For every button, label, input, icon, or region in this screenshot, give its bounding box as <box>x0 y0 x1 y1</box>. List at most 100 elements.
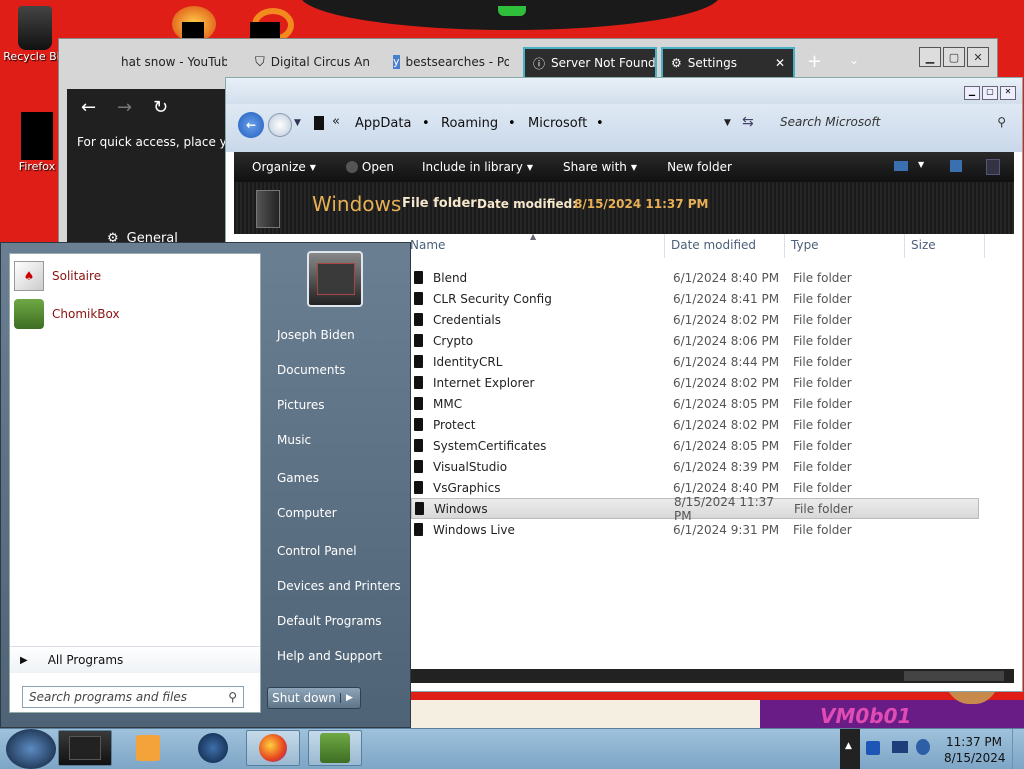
browser-globe-icon[interactable] <box>198 733 228 763</box>
preview-pane-icon[interactable] <box>950 160 962 172</box>
tab-bestsearches[interactable]: y bestsearches - Po <box>393 47 509 77</box>
tab-server-not-found[interactable]: ⓘ Server Not Found <box>523 47 657 77</box>
column-header-type[interactable]: Type <box>791 238 819 252</box>
start-search-box[interactable]: Search programs and files ⚲ <box>22 686 244 708</box>
taskbar-app-chomikbox[interactable] <box>308 730 362 766</box>
breadcrumb-separator[interactable]: • <box>508 116 516 131</box>
open-button[interactable]: Open <box>345 160 394 174</box>
file-name: VsGraphics <box>433 480 501 495</box>
search-box[interactable]: Search Microsoft ⚲ <box>774 110 1012 134</box>
tab-digital-circus[interactable]: ⛉ Digital Circus Ani <box>255 47 371 77</box>
share-with-button[interactable]: Share with ▼ <box>563 160 637 174</box>
maximize-button[interactable]: ▢ <box>943 47 965 67</box>
address-history-chevron-icon[interactable]: ▼ <box>724 118 731 128</box>
tab-list-chevron-icon[interactable]: ⌄ <box>849 53 859 67</box>
file-name: VisualStudio <box>433 459 508 474</box>
file-row[interactable]: Windows 8/15/2024 11:37 PM File folder <box>411 495 979 523</box>
view-options-icon[interactable] <box>894 161 908 171</box>
file-row[interactable]: Credentials 6/1/2024 8:02 PM File folder <box>411 309 979 330</box>
start-right-item[interactable]: Devices and Printers <box>277 579 401 593</box>
program-solitaire[interactable]: ♠ Solitaire <box>14 258 254 294</box>
file-row[interactable]: MMC 6/1/2024 8:05 PM File folder <box>411 393 979 414</box>
shutdown-button[interactable]: Shut down ▶ <box>267 687 361 709</box>
minimize-button[interactable]: ▁ <box>964 86 980 100</box>
search-input[interactable]: Search Microsoft <box>780 115 880 129</box>
new-folder-button[interactable]: New folder <box>667 160 732 174</box>
file-row[interactable]: Blend 6/1/2024 8:40 PM File folder <box>411 267 979 288</box>
start-menu-programs-pane: ♠ Solitaire ChomikBox ▶ All Programs Sea… <box>9 253 261 713</box>
explorer-command-bar: Organize ▼ Open Include in library ▼ Share… <box>234 152 1014 182</box>
taskbar-app-firefox[interactable] <box>246 730 300 766</box>
maximize-button[interactable]: ▢ <box>982 86 998 100</box>
breadcrumb-separator[interactable]: • <box>596 116 604 131</box>
show-desktop-button[interactable] <box>1012 729 1024 769</box>
breadcrumb-appdata[interactable]: AppData <box>355 116 411 131</box>
file-row[interactable]: CLR Security Config 6/1/2024 8:41 PM File … <box>411 288 979 309</box>
chevron-down-icon[interactable]: ▼ <box>294 118 301 128</box>
chevron-down-icon[interactable]: ▼ <box>918 160 924 169</box>
search-icon[interactable]: ⚲ <box>997 115 1006 129</box>
back-arrow-icon[interactable]: ← <box>81 97 96 118</box>
all-programs-button[interactable]: ▶ All Programs <box>10 646 260 673</box>
start-search-input[interactable]: Search programs and files <box>29 690 187 704</box>
folder-icon <box>415 502 424 515</box>
taskbar-app-explorer[interactable] <box>58 730 112 766</box>
file-row[interactable]: VisualStudio 6/1/2024 8:39 PM File folder <box>411 456 979 477</box>
back-arrow-icon[interactable]: ← <box>238 112 264 138</box>
start-button[interactable] <box>6 729 56 769</box>
taskbar-clock[interactable]: 11:37 PM 8/15/2024 <box>944 734 1006 766</box>
new-tab-button[interactable]: + <box>807 51 822 72</box>
scrollbar-thumb[interactable] <box>904 671 1004 681</box>
breadcrumb-separator[interactable]: • <box>422 116 430 131</box>
search-icon[interactable]: ⚲ <box>228 690 237 704</box>
file-row[interactable]: Crypto 6/1/2024 8:06 PM File folder <box>411 330 979 351</box>
tray-security-icon[interactable] <box>866 741 880 755</box>
column-divider[interactable] <box>664 234 665 258</box>
breadcrumb-overflow[interactable]: « <box>332 114 340 129</box>
start-right-item[interactable]: Pictures <box>277 398 325 412</box>
media-player-icon[interactable] <box>136 735 160 761</box>
start-right-item[interactable]: Joseph Biden <box>277 328 355 342</box>
start-right-item[interactable]: Control Panel <box>277 544 357 558</box>
help-icon[interactable] <box>986 159 1000 175</box>
column-header-date[interactable]: Date modified <box>671 238 756 252</box>
tab-settings[interactable]: ⚙ Settings ✕ <box>661 47 795 77</box>
column-divider[interactable] <box>784 234 785 258</box>
file-row[interactable]: Internet Explorer 6/1/2024 8:02 PM File fo… <box>411 372 979 393</box>
column-divider[interactable] <box>904 234 905 258</box>
chevron-right-icon[interactable]: ▶ <box>340 693 353 703</box>
start-right-item[interactable]: Games <box>277 471 319 485</box>
reload-icon[interactable]: ↻ <box>153 97 168 118</box>
tray-overflow-area[interactable]: ▲ <box>840 729 860 769</box>
start-right-item[interactable]: Default Programs <box>277 614 382 628</box>
tray-network-icon[interactable] <box>892 741 908 753</box>
minimize-button[interactable]: ▁ <box>919 47 941 67</box>
close-icon[interactable]: ✕ <box>775 56 785 70</box>
file-name: Protect <box>433 417 476 432</box>
start-right-item[interactable]: Documents <box>277 363 345 377</box>
forward-arrow-icon[interactable]: → <box>117 97 132 118</box>
file-row[interactable]: Windows Live 6/1/2024 9:31 PM File folder <box>411 519 979 540</box>
file-row[interactable]: SystemCertificates 6/1/2024 8:05 PM File f… <box>411 435 979 456</box>
start-right-item[interactable]: Help and Support <box>277 649 382 663</box>
column-divider[interactable] <box>984 234 985 258</box>
user-avatar[interactable] <box>307 251 363 307</box>
start-right-item[interactable]: Music <box>277 433 311 447</box>
column-header-name[interactable]: Name <box>410 238 445 252</box>
organize-button[interactable]: Organize ▼ <box>252 160 316 174</box>
program-chomikbox[interactable]: ChomikBox <box>14 296 254 332</box>
tray-volume-icon[interactable] <box>916 739 930 755</box>
chevron-down-icon: ▼ <box>309 162 316 172</box>
refresh-icon[interactable]: ⇆ <box>742 114 754 130</box>
breadcrumb-microsoft[interactable]: Microsoft <box>528 116 587 131</box>
file-row[interactable]: Protect 6/1/2024 8:02 PM File folder <box>411 414 979 435</box>
include-in-library-button[interactable]: Include in library ▼ <box>422 160 533 174</box>
tab-youtube[interactable]: hat snow - YouTube <box>115 47 227 77</box>
breadcrumb-roaming[interactable]: Roaming <box>441 116 498 131</box>
close-window-button[interactable]: ✕ <box>1000 86 1016 100</box>
forward-arrow-icon[interactable] <box>268 113 292 137</box>
start-right-item[interactable]: Computer <box>277 506 337 520</box>
close-window-button[interactable]: ✕ <box>967 47 989 67</box>
file-row[interactable]: IdentityCRL 6/1/2024 8:44 PM File folder <box>411 351 979 372</box>
column-header-size[interactable]: Size <box>911 238 936 252</box>
